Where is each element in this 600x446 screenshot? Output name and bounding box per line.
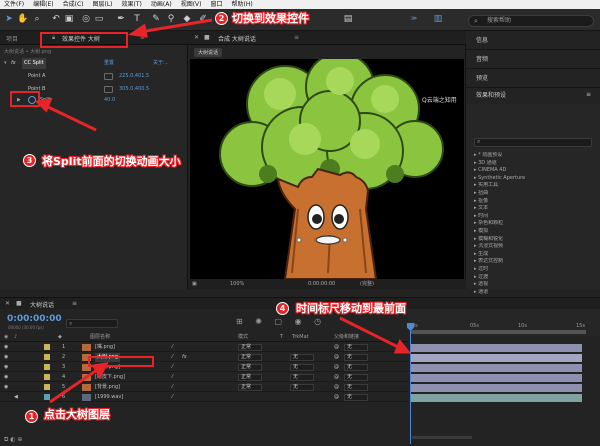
step-3-label: 将Split前面的切换动画大小 xyxy=(42,155,181,168)
step-1-label: 点击大树图层 xyxy=(44,408,110,421)
step-badge-4: 4 xyxy=(276,302,289,315)
step-badge-1: 1 xyxy=(25,410,38,423)
step-badge-3: 3 xyxy=(23,154,36,167)
step-badge-2: 2 xyxy=(215,12,228,25)
ae-window: 文件(F) 编辑(E) 合成(C) 图层(L) 效果(T) 动画(A) 视图(V… xyxy=(0,0,600,446)
step-2-label: 切换到效果控件 xyxy=(232,12,309,25)
annotation-arrows xyxy=(34,18,412,404)
step-4-label: 时间标尺移动到最前面 xyxy=(296,302,406,315)
